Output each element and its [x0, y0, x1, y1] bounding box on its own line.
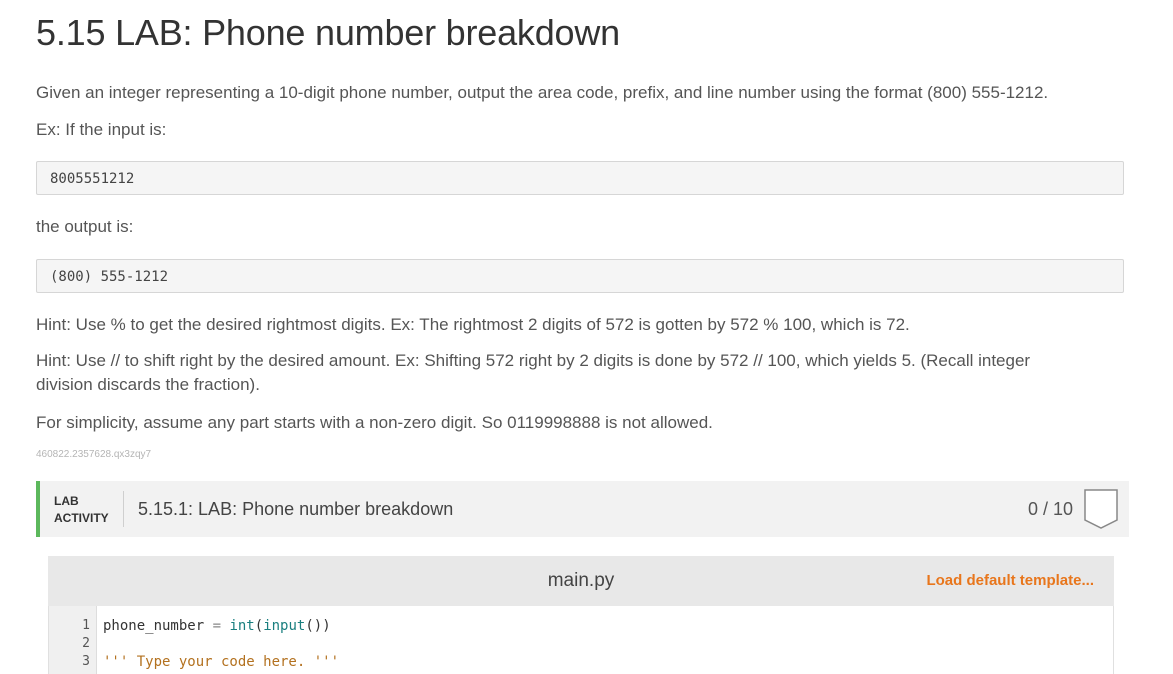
simplicity-note: For simplicity, assume any part starts w…	[36, 413, 713, 432]
code-token-string: ''' Type your code here. '''	[103, 654, 340, 670]
lab-tag-line1: LAB	[54, 494, 79, 508]
page-title: 5.15 LAB: Phone number breakdown	[36, 12, 620, 53]
code-editor: main.py Load default template... 1 2 3 p…	[48, 556, 1114, 674]
hint-modulo: Hint: Use % to get the desired rightmost…	[36, 315, 910, 334]
example-input-block: 8005551212	[36, 161, 1124, 195]
lab-activity-body: main.py Load default template... 1 2 3 p…	[36, 537, 1129, 674]
code-token-paren: ())	[305, 618, 331, 634]
load-default-template-link[interactable]: Load default template...	[926, 572, 1094, 589]
hint-floor-division: Hint: Use // to shift right by the desir…	[36, 351, 1031, 394]
code-token-builtin: input	[263, 618, 306, 634]
lab-tag-line2: ACTIVITY	[54, 511, 109, 525]
score-badge-icon	[1084, 489, 1118, 529]
code-token-variable: phone_number	[103, 618, 205, 634]
lab-activity-tag: LAB ACTIVITY	[54, 493, 109, 527]
line-number: 3	[82, 654, 90, 669]
line-number: 1	[82, 618, 90, 633]
code-input-area[interactable]: 1 2 3 phone_number = int(input()) ''' Ty…	[48, 606, 1114, 674]
lab-activity-header: LAB ACTIVITY 5.15.1: LAB: Phone number b…	[36, 481, 1129, 537]
code-token-operator: =	[204, 618, 230, 634]
line-number: 2	[82, 636, 90, 651]
intro-text: Given an integer representing a 10-digit…	[36, 83, 1049, 102]
lab-activity-panel: LAB ACTIVITY 5.15.1: LAB: Phone number b…	[36, 481, 1129, 674]
code-token-builtin: int	[229, 618, 255, 634]
lab-activity-title: 5.15.1: LAB: Phone number breakdown	[138, 499, 454, 519]
example-input-label: Ex: If the input is:	[36, 120, 167, 139]
example-output-label: the output is:	[36, 217, 134, 236]
editor-header: main.py Load default template...	[48, 556, 1114, 606]
code-line[interactable]: phone_number = int(input())	[103, 618, 331, 634]
code-token-paren: (	[254, 618, 264, 634]
line-number-gutter: 1 2 3	[49, 606, 97, 674]
code-line[interactable]: ''' Type your code here. '''	[103, 654, 339, 670]
header-divider	[123, 491, 124, 527]
lab-score: 0 / 10	[1027, 499, 1073, 519]
example-output-block: (800) 555-1212	[36, 259, 1124, 293]
tracking-id: 460822.2357628.qx3zqy7	[36, 449, 152, 460]
